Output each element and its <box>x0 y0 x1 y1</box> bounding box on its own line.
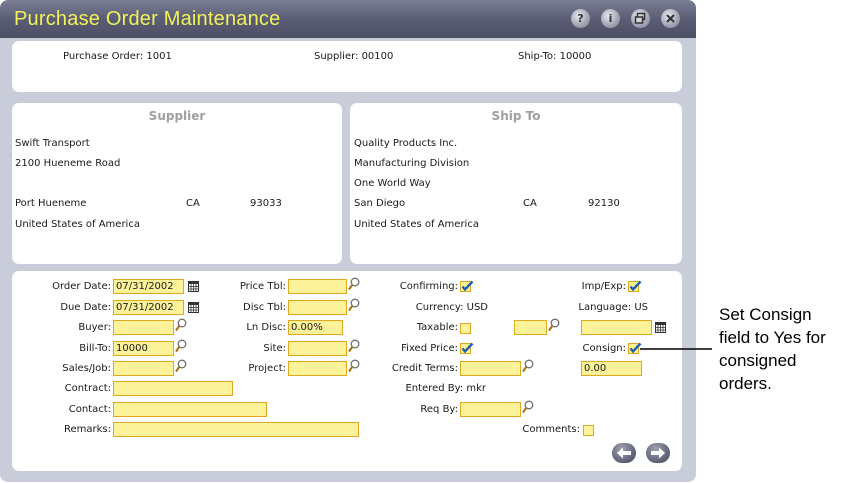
bill-to-label: Bill-To: <box>79 343 111 354</box>
supplier-address: 2100 Hueneme Road <box>15 158 121 169</box>
help-icon[interactable]: ? <box>571 9 590 28</box>
entered-by-label: Entered By: mkr <box>405 383 486 394</box>
supplier-city: Port Hueneme <box>15 198 87 209</box>
contract-label: Contract: <box>64 383 111 394</box>
callout-leader-line <box>640 348 712 350</box>
site-label: Site: <box>263 343 286 354</box>
calendar-icon[interactable] <box>188 302 199 313</box>
buyer-label: Buyer: <box>78 322 111 333</box>
credit-terms-field[interactable] <box>460 361 521 376</box>
calendar-icon[interactable] <box>655 322 666 333</box>
required-by-label: Req By: <box>420 404 458 415</box>
confirming-checkbox[interactable] <box>460 280 474 292</box>
consign-label: Consign: <box>582 343 626 354</box>
ship-to-panel: Ship To Quality Products Inc. Manufactur… <box>350 103 682 264</box>
ship-to-city: San Diego <box>354 198 406 209</box>
project-label: Project: <box>248 363 286 374</box>
supplier-number: Supplier: 00100 <box>314 51 394 62</box>
ship-to-number: Ship-To: 10000 <box>518 51 592 62</box>
restore-icon[interactable] <box>631 9 650 28</box>
remarks-label: Remarks: <box>63 424 111 435</box>
purchase-order-window: Purchase Order Maintenance ? i Purchase … <box>0 0 696 482</box>
sales-job-label: Sales/Job: <box>62 363 111 374</box>
lookup-icon[interactable] <box>348 277 360 291</box>
window-title: Purchase Order Maintenance <box>14 8 281 30</box>
import-export-checkbox[interactable] <box>628 280 642 292</box>
credit-terms-label: Credit Terms: <box>391 363 458 374</box>
callout-line: field to Yes for <box>719 328 826 347</box>
calendar-icon[interactable] <box>188 281 199 292</box>
supplier-country: United States of America <box>15 219 140 230</box>
supplier-panel: Supplier Swift Transport 2100 Hueneme Ro… <box>12 103 342 264</box>
lookup-icon[interactable] <box>348 298 360 312</box>
supplier-state: CA <box>186 198 200 209</box>
remarks-field[interactable] <box>113 422 359 437</box>
info-icon[interactable]: i <box>601 9 620 28</box>
line-discount-label: Ln Disc: <box>246 322 286 333</box>
header-panel: Purchase Order: 1001 Supplier: 00100 Shi… <box>12 41 682 92</box>
lookup-icon[interactable] <box>348 359 360 373</box>
site-field[interactable] <box>288 341 347 356</box>
ship-to-panel-title: Ship To <box>491 109 541 123</box>
lookup-icon[interactable] <box>175 339 187 353</box>
callout-line: consigned <box>719 351 797 370</box>
purchase-order-number: Purchase Order: 1001 <box>63 51 172 62</box>
tax-class-field[interactable] <box>514 320 547 335</box>
buyer-field[interactable] <box>113 320 174 335</box>
lookup-icon[interactable] <box>548 318 560 332</box>
arrow-right-icon <box>651 447 665 459</box>
due-date-field[interactable]: 07/31/2002 <box>113 300 184 315</box>
price-table-label: Price Tbl: <box>239 281 286 292</box>
taxable-checkbox[interactable] <box>460 323 471 334</box>
comments-label: Comments: <box>522 424 580 435</box>
callout-line: orders. <box>719 374 772 393</box>
required-by-field[interactable] <box>460 402 521 417</box>
contact-label: Contact: <box>68 404 111 415</box>
import-export-label: Imp/Exp: <box>581 281 626 292</box>
close-icon[interactable] <box>661 9 680 28</box>
contact-field[interactable] <box>113 402 267 417</box>
project-field[interactable] <box>288 361 347 376</box>
supplier-zip: 93033 <box>250 198 282 209</box>
consign-days-field[interactable]: 0.00 <box>581 361 642 376</box>
confirming-label: Confirming: <box>399 281 458 292</box>
callout-text: Set Consign field to Yes for consigned o… <box>719 303 826 395</box>
taxable-label: Taxable: <box>416 322 458 333</box>
forward-button[interactable] <box>646 443 670 463</box>
line-discount-field[interactable]: 0.00% <box>288 320 343 335</box>
fixed-price-label: Fixed Price: <box>401 343 458 354</box>
supplier-name: Swift Transport <box>15 138 90 149</box>
bill-to-field[interactable]: 10000 <box>113 341 174 356</box>
contract-field[interactable] <box>113 381 233 396</box>
comments-checkbox[interactable] <box>583 425 594 436</box>
ship-to-name: Quality Products Inc. <box>354 138 458 149</box>
price-table-field[interactable] <box>288 279 347 294</box>
lookup-icon[interactable] <box>522 400 534 414</box>
order-date-label: Order Date: <box>52 281 111 292</box>
ship-to-address2: One World Way <box>354 178 431 189</box>
ship-to-country: United States of America <box>354 219 479 230</box>
title-bar: Purchase Order Maintenance ? i <box>0 0 696 38</box>
lookup-icon[interactable] <box>348 339 360 353</box>
currency-label: Currency: USD <box>415 302 488 313</box>
language-label: Language: US <box>578 302 648 313</box>
sales-job-field[interactable] <box>113 361 174 376</box>
back-button[interactable] <box>612 443 636 463</box>
callout-line: Set Consign <box>719 305 812 324</box>
lookup-icon[interactable] <box>522 359 534 373</box>
ship-to-zip: 92130 <box>588 198 620 209</box>
lookup-icon[interactable] <box>175 318 187 332</box>
fixed-price-checkbox[interactable] <box>460 342 474 354</box>
order-date-field[interactable]: 07/31/2002 <box>113 279 184 294</box>
ship-to-address1: Manufacturing Division <box>354 158 470 169</box>
supplier-panel-title: Supplier <box>148 109 206 123</box>
lookup-icon[interactable] <box>175 359 187 373</box>
discount-table-field[interactable] <box>288 300 347 315</box>
arrow-left-icon <box>617 447 631 459</box>
discount-table-label: Disc Tbl: <box>243 302 286 313</box>
tax-date-field[interactable] <box>581 320 652 335</box>
due-date-label: Due Date: <box>60 302 111 313</box>
ship-to-state: CA <box>523 198 537 209</box>
